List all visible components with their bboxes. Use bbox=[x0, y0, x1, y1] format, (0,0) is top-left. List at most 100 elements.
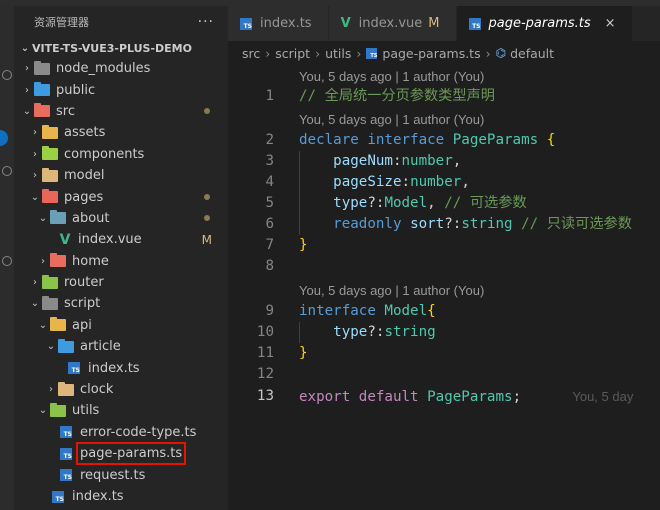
tree-item-api[interactable]: ⌄ api bbox=[14, 315, 228, 336]
folder-icon bbox=[42, 274, 58, 289]
activity-icon[interactable] bbox=[2, 70, 12, 80]
activity-bar bbox=[0, 6, 14, 510]
tree-item-router[interactable]: › router bbox=[14, 272, 228, 293]
code-line: 8 bbox=[228, 256, 660, 277]
folder-icon bbox=[42, 167, 58, 182]
tree-item-about[interactable]: ⌄ about bbox=[14, 208, 228, 229]
chevron-right-icon: › bbox=[33, 170, 37, 182]
tree-item-request-ts[interactable]: TS request.ts bbox=[14, 464, 228, 485]
tree-item-article[interactable]: ⌄ article bbox=[14, 336, 228, 357]
code-line: 7} bbox=[228, 235, 660, 256]
folder-icon bbox=[50, 317, 66, 332]
tree-item-label: request.ts bbox=[80, 467, 146, 483]
tree-item-label: script bbox=[64, 296, 101, 312]
chevron-down-icon: ⌄ bbox=[30, 191, 40, 203]
breadcrumb-item[interactable]: src bbox=[242, 46, 260, 61]
breadcrumb-file[interactable]: page-params.ts bbox=[382, 46, 480, 61]
tree-item-src[interactable]: ⌄ src bbox=[14, 101, 228, 122]
folder-icon bbox=[34, 82, 50, 97]
tree-item-public[interactable]: › public bbox=[14, 79, 228, 100]
tree-item-index-ts[interactable]: TS index.ts bbox=[14, 486, 228, 507]
inline-blame: You, 5 day bbox=[572, 389, 634, 404]
tree-item-clock[interactable]: › clock bbox=[14, 379, 228, 400]
chevron-right-icon: › bbox=[33, 148, 37, 160]
git-modified-dot bbox=[204, 215, 210, 222]
tree-item-label: public bbox=[56, 82, 96, 98]
tab-page-params-ts[interactable]: TS page-params.ts × bbox=[456, 6, 633, 41]
tree-item-home[interactable]: › home bbox=[14, 251, 228, 272]
modified-badge: M bbox=[428, 16, 440, 31]
tree-item-error-code-type-ts[interactable]: TS error-code-type.ts bbox=[14, 422, 228, 443]
code-line: 2 declare interface PageParams { bbox=[228, 130, 660, 151]
active-indicator bbox=[0, 130, 8, 146]
tree-item-label: pages bbox=[64, 189, 104, 205]
chevron-down-icon: ⌄ bbox=[46, 341, 56, 353]
line-number: 7 bbox=[265, 237, 274, 253]
typescript-file-icon: TS bbox=[60, 469, 72, 482]
project-root[interactable]: ⌄ VITE-TS-VUE3-PLUS-DEMO bbox=[14, 38, 228, 58]
activity-icon[interactable] bbox=[2, 256, 12, 266]
line-number: 4 bbox=[265, 174, 274, 190]
folder-icon bbox=[50, 253, 66, 268]
code-line: 12 bbox=[228, 364, 660, 385]
folder-icon bbox=[42, 124, 58, 139]
codelens-blame[interactable]: You, 5 days ago | 1 author (You) bbox=[299, 109, 484, 130]
explorer-header: 资源管理器 ··· bbox=[14, 6, 228, 38]
tree-item-label: error-code-type.ts bbox=[80, 424, 197, 440]
vue-file-icon: V bbox=[340, 16, 351, 31]
tree-item-label: index.ts bbox=[72, 489, 124, 504]
chevron-down-icon: ⌄ bbox=[38, 319, 48, 331]
tree-item-label: home bbox=[72, 253, 109, 269]
line-number: 9 bbox=[265, 303, 274, 319]
line-number: 11 bbox=[256, 345, 274, 361]
close-icon[interactable]: × bbox=[605, 16, 616, 31]
tree-item-model[interactable]: › model bbox=[14, 165, 228, 186]
tree-item-components[interactable]: › components bbox=[14, 144, 228, 165]
tree-item-utils[interactable]: ⌄ utils bbox=[14, 400, 228, 421]
chevron-right-icon: › bbox=[33, 127, 37, 139]
chevron-right-icon: › bbox=[41, 255, 45, 267]
tab-index-vue[interactable]: Vindex.vue M bbox=[328, 6, 457, 41]
tree-item-label: node_modules bbox=[56, 61, 151, 77]
more-actions-icon[interactable]: ··· bbox=[198, 14, 214, 30]
breadcrumb-item[interactable]: script bbox=[275, 46, 310, 61]
codelens-blame[interactable]: You, 5 days ago | 1 author (You) bbox=[299, 66, 484, 87]
tab-index-ts[interactable]: TS index.ts bbox=[228, 6, 329, 41]
tree-item-script[interactable]: ⌄ script bbox=[14, 293, 228, 314]
tree-item-pages[interactable]: ⌄ pages bbox=[14, 186, 228, 207]
chevron-right-icon: › bbox=[265, 45, 271, 61]
chevron-right-icon: › bbox=[356, 45, 362, 61]
tree-item-index-ts[interactable]: TS index.ts bbox=[14, 357, 228, 378]
code-line: 11} bbox=[228, 343, 660, 364]
typescript-file-icon: TS bbox=[240, 17, 252, 30]
tree-item-node-modules[interactable]: › node_modules bbox=[14, 58, 228, 79]
explorer-sidebar: 资源管理器 ··· ⌄ VITE-TS-VUE3-PLUS-DEMO › node… bbox=[14, 6, 228, 510]
tree-item-index-vue[interactable]: Vindex.vue M bbox=[14, 229, 228, 250]
tree-item-assets[interactable]: › assets bbox=[14, 122, 228, 143]
breadcrumb-symbol[interactable]: default bbox=[510, 46, 554, 61]
code-line: 1// 全局统一分页参数类型声明 bbox=[228, 86, 660, 107]
tree-item-page-params-ts[interactable]: TS page-params.ts bbox=[14, 442, 228, 466]
tree-item-label: index.ts bbox=[88, 360, 140, 376]
typescript-file-icon: TS bbox=[366, 47, 378, 59]
breadcrumb-item[interactable]: utils bbox=[325, 46, 351, 61]
folder-icon bbox=[42, 189, 58, 204]
line-number: 10 bbox=[256, 324, 274, 340]
git-modified-dot bbox=[204, 108, 210, 115]
tree-item-label: clock bbox=[80, 382, 114, 398]
vue-file-icon: V bbox=[59, 231, 71, 248]
typescript-file-icon: TS bbox=[68, 362, 80, 375]
line-number: 6 bbox=[265, 216, 274, 232]
folder-icon bbox=[50, 402, 66, 417]
code-line: 10 type?:string bbox=[228, 322, 660, 343]
tree-item-label: article bbox=[80, 339, 121, 355]
breadcrumb: src › script › utils › TS page-params.ts › ⌬… bbox=[228, 42, 660, 64]
chevron-down-icon: ⌄ bbox=[38, 212, 48, 224]
activity-icon[interactable] bbox=[2, 166, 12, 176]
indent-guide bbox=[299, 151, 300, 235]
tree-item-label: assets bbox=[64, 125, 106, 141]
codelens-blame[interactable]: You, 5 days ago | 1 author (You) bbox=[299, 280, 484, 301]
tree-item-label: src bbox=[56, 103, 75, 119]
symbol-icon: ⌬ bbox=[495, 46, 507, 60]
code-editor[interactable]: You, 5 days ago | 1 author (You) 1// 全局统… bbox=[228, 64, 660, 510]
